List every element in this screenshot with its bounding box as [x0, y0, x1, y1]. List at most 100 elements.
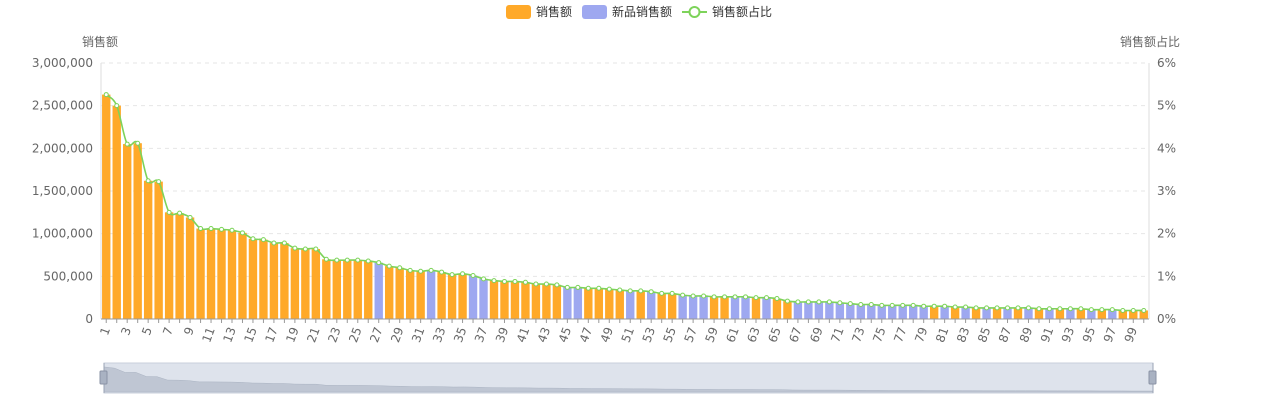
bar-sales[interactable] [521, 282, 530, 319]
ratio-point[interactable] [271, 240, 277, 246]
ratio-point[interactable] [575, 284, 581, 290]
ratio-point[interactable] [135, 140, 141, 146]
ratio-point[interactable] [397, 265, 403, 271]
bar-sales[interactable] [657, 293, 666, 319]
ratio-point[interactable] [763, 295, 769, 301]
bar-sales[interactable] [458, 273, 467, 319]
ratio-point[interactable] [239, 230, 245, 236]
bar-sales[interactable] [164, 212, 174, 319]
ratio-point[interactable] [260, 237, 266, 243]
bar-new-sales[interactable] [730, 296, 740, 319]
bar-sales[interactable] [615, 289, 624, 319]
bar-new-sales[interactable] [804, 301, 813, 319]
ratio-point[interactable] [669, 290, 675, 296]
data-zoom[interactable] [99, 362, 1157, 394]
ratio-point[interactable] [208, 226, 214, 232]
ratio-point[interactable] [1025, 305, 1031, 311]
bar-sales[interactable] [353, 260, 362, 319]
ratio-point[interactable] [1130, 307, 1136, 313]
bar-sales[interactable] [217, 229, 226, 319]
bar-sales[interactable] [385, 266, 394, 319]
ratio-point[interactable] [522, 279, 528, 285]
bar-sales[interactable] [175, 213, 184, 319]
ratio-point[interactable] [439, 269, 445, 275]
ratio-point[interactable] [795, 299, 801, 305]
ratio-point[interactable] [868, 301, 874, 307]
bar-new-sales[interactable] [688, 295, 698, 319]
bar-new-sales[interactable] [647, 291, 656, 319]
bar-sales[interactable] [154, 181, 163, 319]
ratio-point[interactable] [753, 295, 759, 301]
ratio-point[interactable] [449, 272, 455, 278]
bar-new-sales[interactable] [825, 301, 834, 319]
bar-sales[interactable] [364, 260, 373, 319]
ratio-point[interactable] [921, 303, 927, 309]
ratio-point[interactable] [229, 227, 235, 233]
ratio-point[interactable] [481, 276, 487, 282]
bar-sales[interactable] [531, 284, 541, 319]
bar-sales[interactable] [667, 293, 677, 319]
ratio-point[interactable] [386, 263, 392, 269]
bar-sales[interactable] [500, 281, 509, 319]
ratio-point[interactable] [564, 284, 570, 290]
bar-sales[interactable] [301, 249, 310, 319]
bar-sales[interactable] [133, 143, 142, 319]
ratio-point[interactable] [334, 257, 340, 263]
ratio-point[interactable] [711, 294, 717, 300]
bar-sales[interactable] [489, 280, 499, 319]
ratio-point[interactable] [879, 302, 885, 308]
ratio-point[interactable] [1046, 306, 1052, 312]
ratio-point[interactable] [156, 179, 162, 185]
bar-sales[interactable] [259, 239, 268, 319]
bar-sales[interactable] [112, 105, 121, 320]
bar-new-sales[interactable] [563, 287, 572, 319]
bar-sales[interactable] [185, 217, 195, 319]
bar-sales[interactable] [437, 272, 446, 319]
ratio-point[interactable] [470, 272, 476, 278]
bar-sales[interactable] [248, 238, 258, 319]
ratio-point[interactable] [460, 271, 466, 277]
ratio-point[interactable] [826, 299, 832, 305]
ratio-point[interactable] [292, 245, 298, 251]
ratio-point[interactable] [1088, 307, 1094, 313]
ratio-point[interactable] [198, 226, 204, 232]
ratio-point[interactable] [418, 268, 424, 274]
ratio-point[interactable] [281, 240, 287, 246]
bar-sales[interactable] [720, 296, 729, 319]
bar-sales[interactable] [772, 298, 782, 319]
ratio-point[interactable] [847, 301, 853, 307]
ratio-point[interactable] [952, 304, 958, 310]
bar-sales[interactable] [594, 288, 603, 319]
legend-item-new-sales[interactable]: 新品销售额 [582, 4, 672, 19]
ratio-point[interactable] [365, 258, 371, 264]
ratio-point[interactable] [407, 267, 413, 273]
ratio-point[interactable] [1005, 305, 1011, 311]
ratio-point[interactable] [250, 236, 256, 242]
bar-new-sales[interactable] [699, 295, 708, 319]
ratio-point[interactable] [680, 292, 686, 298]
bar-new-sales[interactable] [741, 296, 750, 319]
ratio-point[interactable] [166, 209, 172, 215]
bar-sales[interactable] [605, 289, 614, 319]
ratio-point[interactable] [491, 278, 497, 284]
ratio-point[interactable] [743, 294, 749, 300]
ratio-point[interactable] [931, 303, 937, 309]
bar-new-sales[interactable] [374, 262, 383, 319]
bar-sales[interactable] [143, 180, 153, 319]
ratio-point[interactable] [942, 303, 948, 309]
bar-sales[interactable] [709, 296, 719, 319]
bar-sales[interactable] [238, 232, 247, 319]
ratio-point[interactable] [627, 288, 633, 294]
ratio-point[interactable] [533, 281, 539, 287]
bar-new-sales[interactable] [626, 290, 635, 319]
ratio-point[interactable] [659, 290, 665, 296]
ratio-point[interactable] [355, 257, 361, 263]
ratio-point[interactable] [1036, 306, 1042, 312]
ratio-point[interactable] [816, 299, 822, 305]
ratio-point[interactable] [187, 214, 193, 220]
ratio-point[interactable] [376, 260, 382, 266]
ratio-point[interactable] [701, 293, 707, 299]
bar-sales[interactable] [123, 144, 132, 319]
ratio-point[interactable] [1109, 307, 1115, 313]
ratio-point[interactable] [963, 304, 969, 310]
